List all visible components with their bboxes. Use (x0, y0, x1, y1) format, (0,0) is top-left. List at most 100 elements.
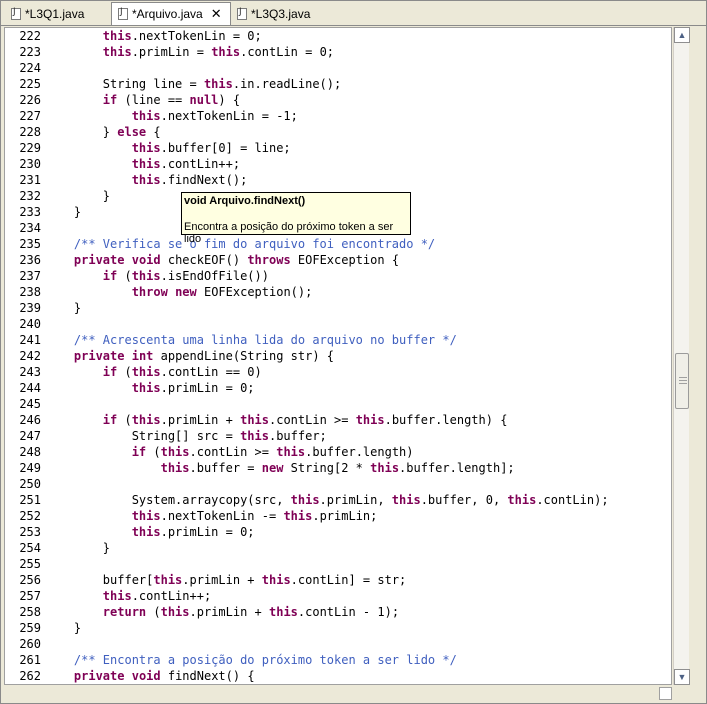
code-line[interactable]: System.arraycopy(src, this.primLin, this… (45, 492, 609, 508)
vertical-scrollbar[interactable]: ▲ ▼ (673, 27, 690, 685)
code-keyword: this (160, 461, 190, 475)
code-line[interactable]: /** Encontra a posição do próximo token … (45, 652, 457, 668)
code-keyword: void (131, 669, 161, 683)
editor-tab-bar: *L3Q1.java *Arquivo.java ✕ *L3Q3.java (1, 1, 706, 26)
code-line[interactable]: if (line == null) { (45, 92, 240, 108)
code-line[interactable]: this.primLin = 0; (45, 524, 255, 540)
code-token: .contLin - 1); (297, 605, 400, 619)
code-line[interactable]: } (45, 540, 110, 556)
code-line[interactable]: if (this.primLin + this.contLin >= this.… (45, 412, 508, 428)
code-line[interactable]: this.primLin = 0; (45, 380, 255, 396)
java-file-icon (11, 7, 21, 20)
code-line[interactable]: this.contLin++; (45, 588, 211, 604)
code-line[interactable]: private void checkEOF() throws EOFExcept… (45, 252, 399, 268)
code-line[interactable]: if (this.contLin == 0) (45, 364, 262, 380)
overview-ruler-corner (659, 687, 672, 700)
code-line[interactable]: } else { (45, 124, 161, 140)
code-keyword: if (102, 93, 118, 107)
code-keyword: throws (247, 253, 291, 267)
code-token: } (45, 301, 82, 315)
code-line[interactable]: buffer[this.primLin + this.contLin] = st… (45, 572, 406, 588)
code-line[interactable]: this.buffer = new String[2 * this.buffer… (45, 460, 515, 476)
code-keyword: if (102, 413, 118, 427)
code-line[interactable]: this.nextTokenLin -= this.primLin; (45, 508, 378, 524)
line-number: 231 (19, 173, 41, 187)
scroll-thumb[interactable] (675, 353, 689, 409)
code-keyword: if (131, 445, 147, 459)
line-number: 256 (19, 573, 41, 587)
code-token: .contLin = 0; (240, 45, 335, 59)
code-line[interactable]: if (this.isEndOfFile()) (45, 268, 269, 284)
line-number: 248 (19, 445, 41, 459)
code-line[interactable]: this.buffer[0] = line; (45, 140, 291, 156)
code-line[interactable]: } (45, 620, 81, 636)
line-number: 230 (19, 157, 41, 171)
code-token: .contLin++; (160, 157, 241, 171)
code-token: .findNext(); (160, 173, 248, 187)
line-number: 237 (19, 269, 41, 283)
code-line[interactable]: } (45, 188, 110, 204)
code-keyword: this (261, 573, 291, 587)
chevron-up-icon: ▲ (677, 30, 687, 40)
code-keyword: this (283, 509, 313, 523)
code-keyword: private (73, 349, 125, 363)
code-line[interactable]: String[] src = this.buffer; (45, 428, 327, 444)
code-line[interactable]: /** Acrescenta uma linha lida do arquivo… (45, 332, 457, 348)
code-keyword: this (391, 493, 421, 507)
code-line[interactable]: } (45, 204, 81, 220)
code-line[interactable]: private int appendLine(String str) { (45, 348, 334, 364)
code-line[interactable]: this.nextTokenLin = 0; (45, 28, 262, 44)
scroll-up-button[interactable]: ▲ (674, 27, 690, 43)
code-token: ( (117, 365, 132, 379)
tooltip-signature: void Arquivo.findNext() (184, 195, 306, 207)
code-line[interactable]: } (45, 300, 81, 316)
code-keyword: this (290, 493, 320, 507)
code-keyword: void (131, 253, 161, 267)
code-keyword: this (131, 509, 161, 523)
code-line[interactable]: private void findNext() { (45, 668, 255, 684)
code-line[interactable]: this.primLin = this.contLin = 0; (45, 44, 334, 60)
code-token: .primLin, (319, 493, 392, 507)
tab-l3q1[interactable]: *L3Q1.java (5, 3, 111, 24)
code-keyword: if (102, 269, 118, 283)
line-number: 257 (19, 589, 41, 603)
code-keyword: this (102, 29, 132, 43)
code-keyword: this (102, 45, 132, 59)
code-line[interactable]: throw new EOFException(); (45, 284, 313, 300)
code-line[interactable]: this.nextTokenLin = -1; (45, 108, 298, 124)
code-line[interactable]: if (this.contLin >= this.buffer.length) (45, 444, 414, 460)
code-line[interactable]: this.contLin++; (45, 156, 240, 172)
code-line[interactable]: return (this.primLin + this.contLin - 1)… (45, 604, 399, 620)
line-number: 226 (19, 93, 41, 107)
code-keyword: int (131, 349, 154, 363)
code-token: .contLin == 0) (160, 365, 262, 379)
code-token: ) { (218, 93, 241, 107)
code-line[interactable]: this.findNext(); (45, 172, 248, 188)
scroll-down-button[interactable]: ▼ (674, 669, 690, 685)
line-number: 251 (19, 493, 41, 507)
code-line[interactable]: String line = this.in.readLine(); (45, 76, 341, 92)
tab-arquivo[interactable]: *Arquivo.java ✕ (111, 2, 231, 25)
code-token: .primLin = 0; (160, 525, 255, 539)
line-number: 232 (19, 189, 41, 203)
close-icon[interactable]: ✕ (211, 7, 222, 22)
line-number: 249 (19, 461, 41, 475)
line-number: 262 (19, 669, 41, 683)
code-text-area[interactable]: this.nextTokenLin = 0; this.primLin = th… (45, 28, 671, 684)
code-token: .in.readLine(); (232, 77, 342, 91)
code-token: .contLin >= (269, 413, 356, 427)
code-keyword: this (131, 381, 161, 395)
code-token: { (146, 125, 161, 139)
code-editor[interactable]: 222 223 224 225 226 227 228 229 230 231 232 233 234 2… (4, 27, 672, 685)
editor-window: *L3Q1.java *Arquivo.java ✕ *L3Q3.java 22… (0, 0, 707, 704)
line-number: 234 (19, 221, 41, 235)
tab-l3q3[interactable]: *L3Q3.java (231, 3, 341, 24)
